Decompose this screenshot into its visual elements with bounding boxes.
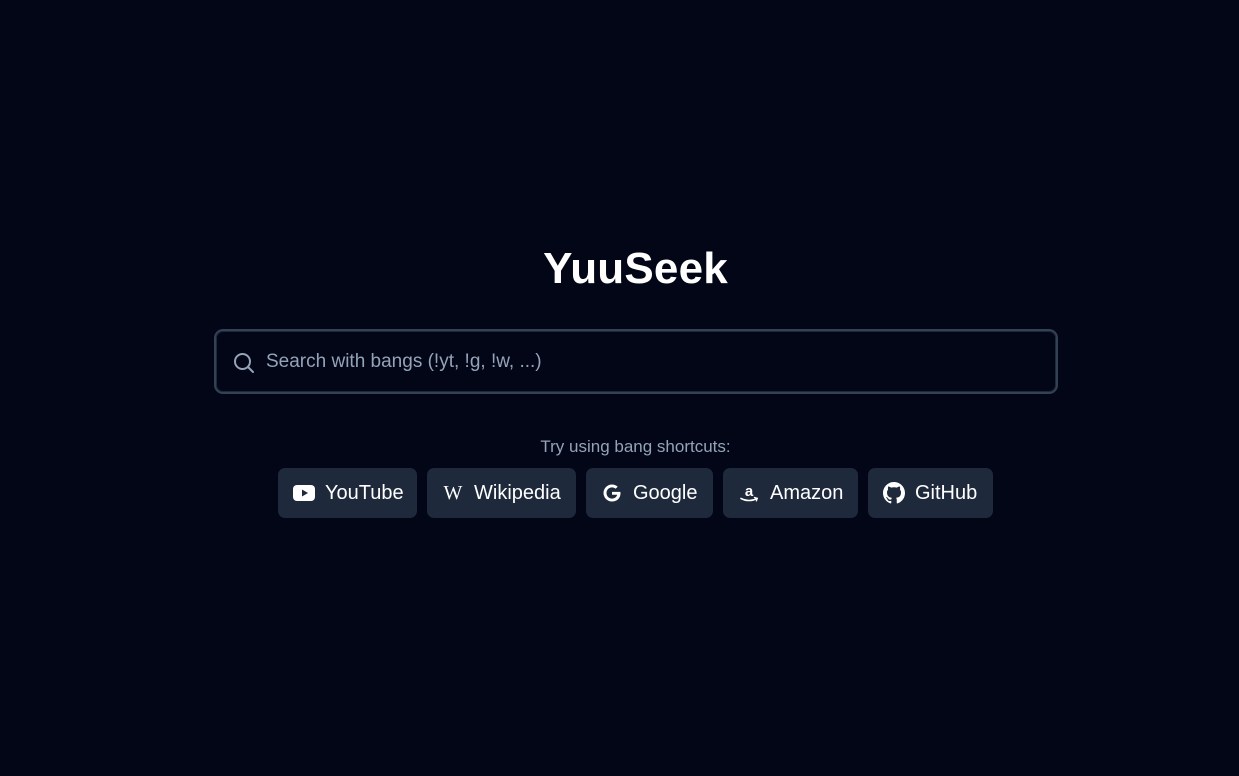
wikipedia-shortcut-label: Wikipedia bbox=[474, 481, 561, 504]
wikipedia-icon: W bbox=[443, 482, 463, 504]
youtube-icon bbox=[293, 482, 315, 504]
github-shortcut-label: GitHub bbox=[915, 481, 978, 504]
amazon-shortcut-button[interactable]: a Amazon bbox=[723, 468, 858, 518]
svg-text:a: a bbox=[745, 483, 754, 500]
google-shortcut-button[interactable]: Google bbox=[586, 468, 713, 518]
github-icon bbox=[883, 482, 905, 504]
google-icon bbox=[601, 482, 623, 504]
google-shortcut-label: Google bbox=[633, 481, 698, 504]
wikipedia-shortcut-button[interactable]: W Wikipedia bbox=[427, 468, 576, 518]
search-input[interactable] bbox=[266, 331, 1036, 392]
shortcut-list: YouTube W Wikipedia Google a Amazon GitH… bbox=[278, 468, 993, 518]
page: YuuSeek Try using bang shortcuts: YouTub… bbox=[0, 0, 1239, 776]
youtube-shortcut-label: YouTube bbox=[325, 481, 404, 504]
shortcut-hint: Try using bang shortcuts: bbox=[540, 437, 731, 456]
youtube-shortcut-button[interactable]: YouTube bbox=[278, 468, 417, 518]
search-box[interactable] bbox=[214, 329, 1058, 394]
search-icon bbox=[232, 351, 256, 375]
app-title: YuuSeek bbox=[543, 244, 728, 293]
amazon-shortcut-label: Amazon bbox=[770, 481, 844, 504]
amazon-icon: a bbox=[738, 482, 760, 504]
github-shortcut-button[interactable]: GitHub bbox=[868, 468, 993, 518]
